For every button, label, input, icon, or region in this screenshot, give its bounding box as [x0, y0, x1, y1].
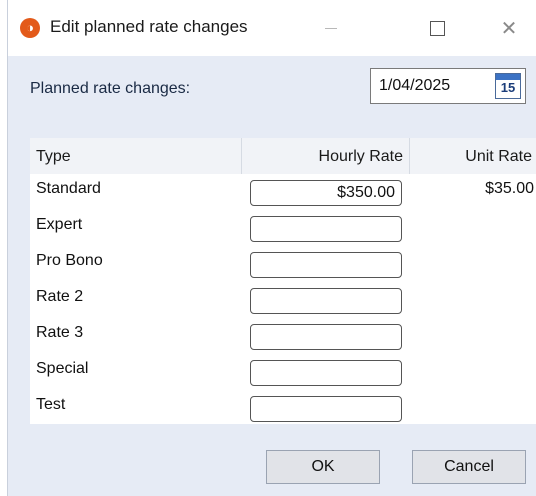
planned-rate-changes-label: Planned rate changes: [30, 80, 191, 97]
row-type: Rate 3 [36, 324, 84, 341]
maximize-icon [429, 20, 445, 36]
title-bar: ◑ Edit planned rate changes ✕ [8, 0, 536, 56]
table-row: Expert [30, 210, 536, 246]
minimize-icon [325, 27, 337, 29]
hourly-rate-input[interactable] [250, 216, 402, 242]
row-type: Rate 2 [36, 288, 84, 305]
column-header-hourly-rate[interactable]: Hourly Rate [242, 138, 410, 174]
minimize-button[interactable] [308, 10, 354, 46]
date-value[interactable]: 1/04/2025 [379, 77, 450, 95]
row-type: Standard [36, 180, 101, 197]
calendar-icon-day: 15 [500, 80, 516, 95]
close-icon: ✕ [500, 17, 518, 40]
row-type: Test [36, 396, 66, 413]
column-header-type[interactable]: Type [30, 138, 242, 174]
hourly-rate-input[interactable] [250, 180, 402, 206]
hourly-rate-input[interactable] [250, 396, 402, 422]
app-logo-icon: ◑ [20, 18, 40, 38]
column-header-unit-rate[interactable]: Unit Rate [410, 138, 536, 174]
table-row: Rate 3 [30, 318, 536, 354]
table-row: Rate 2 [30, 282, 536, 318]
window-title: Edit planned rate changes [50, 17, 248, 36]
table-row: Standard $35.00 [30, 174, 536, 210]
row-type: Expert [36, 216, 83, 233]
row-type: Pro Bono [36, 252, 103, 269]
table-row: Special [30, 354, 536, 390]
hourly-rate-input[interactable] [250, 324, 402, 350]
hourly-rate-input[interactable] [250, 288, 402, 314]
rates-table: Type Hourly Rate Unit Rate Standard $35.… [30, 138, 536, 424]
maximize-button[interactable] [414, 10, 460, 46]
table-row: Pro Bono [30, 246, 536, 282]
hourly-rate-input[interactable] [250, 360, 402, 386]
date-picker[interactable]: 1/04/2025 15 [370, 68, 526, 104]
close-button[interactable]: ✕ [486, 10, 532, 46]
hourly-rate-input[interactable] [250, 252, 402, 278]
table-row: Test [30, 390, 536, 426]
ok-button[interactable]: OK [266, 450, 380, 484]
row-type: Special [36, 360, 89, 377]
dialog-window: ◑ Edit planned rate changes ✕ Planned ra… [8, 0, 536, 496]
calendar-icon[interactable]: 15 [495, 73, 521, 99]
unit-rate-value: $35.00 [485, 180, 534, 197]
cancel-button[interactable]: Cancel [412, 450, 526, 484]
